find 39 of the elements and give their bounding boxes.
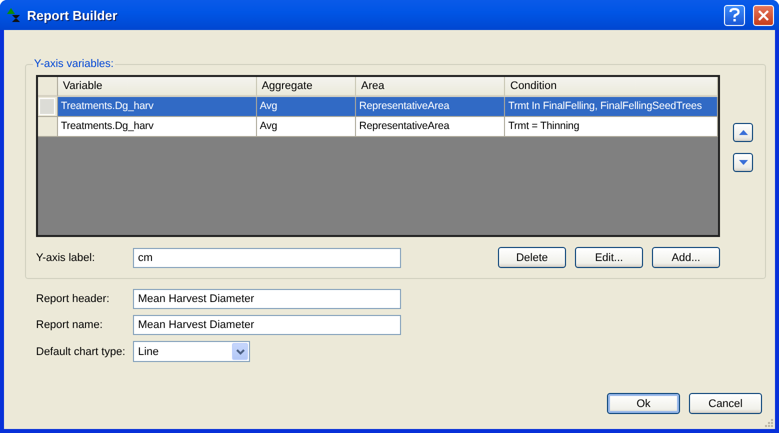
column-header[interactable]: Condition <box>505 77 718 97</box>
table-cell: RepresentativeArea <box>356 97 506 117</box>
column-header[interactable]: Area <box>356 77 506 97</box>
help-icon <box>729 8 740 22</box>
table-cell: RepresentativeArea <box>356 117 506 137</box>
action-button[interactable]: Delete <box>498 247 566 268</box>
y-axis-label-field[interactable]: cm <box>133 248 401 268</box>
field-label: Report header: <box>36 293 110 305</box>
text-field[interactable]: Mean Harvest Diameter <box>133 289 401 309</box>
move-down-button[interactable] <box>733 153 753 172</box>
text-field[interactable]: Mean Harvest Diameter <box>133 315 401 335</box>
action-button[interactable]: Edit... <box>575 247 643 268</box>
chart-type-dropdown[interactable]: Line <box>133 341 250 362</box>
field-label: Default chart type: <box>36 346 126 358</box>
column-header[interactable]: Variable <box>58 77 257 97</box>
close-icon <box>758 10 769 20</box>
app-icon <box>6 7 22 23</box>
move-up-button[interactable] <box>733 123 753 142</box>
table-row[interactable]: Treatments.Dg_harv Avg RepresentativeArea Trmt = Thinning <box>38 117 718 137</box>
field-label: Report name: <box>36 319 104 331</box>
table-cell: Avg <box>256 117 356 137</box>
field-label: Y-axis label: <box>36 252 96 264</box>
window-title: Report Builder <box>27 8 118 22</box>
table-cell: Trmt In FinalFelling, FinalFellingSeedTrees <box>505 97 718 117</box>
help-button[interactable] <box>724 4 745 26</box>
down-triangle-icon <box>738 160 748 165</box>
table-row[interactable]: Treatments.Dg_harv Avg RepresentativeArea Trmt In FinalFelling, FinalFellingSeedTrees <box>38 97 718 117</box>
dialog-button[interactable]: Cancel <box>689 393 762 414</box>
dialog-button[interactable]: Ok <box>607 393 680 414</box>
action-button[interactable]: Add... <box>652 247 720 268</box>
table-cell: Treatments.Dg_harv <box>58 97 257 117</box>
up-triangle-icon <box>738 130 748 135</box>
close-button[interactable] <box>753 4 774 26</box>
table-cell: Trmt = Thinning <box>505 117 718 137</box>
table-cell: Treatments.Dg_harv <box>58 117 257 137</box>
resize-grip-icon <box>764 418 774 428</box>
column-header[interactable]: Aggregate <box>256 77 356 97</box>
group-title: Y-axis variables: <box>33 58 115 70</box>
table-cell: Avg <box>256 97 356 117</box>
